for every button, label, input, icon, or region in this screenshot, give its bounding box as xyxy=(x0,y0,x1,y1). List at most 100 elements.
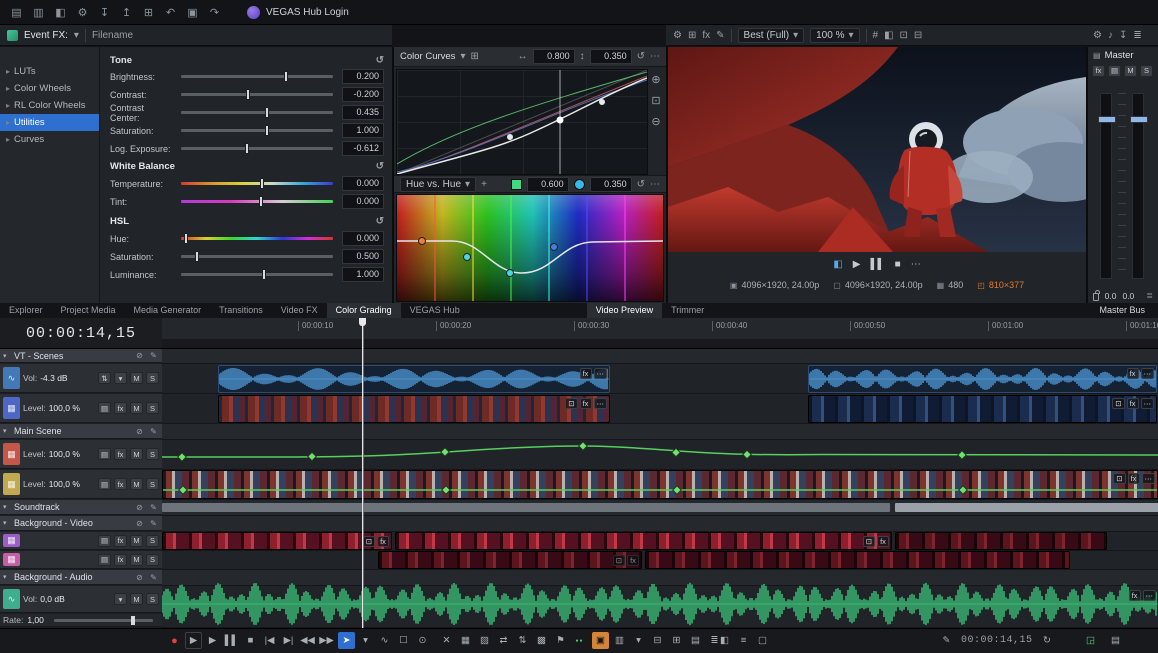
event-more-icon[interactable]: ⋯ xyxy=(1143,590,1157,601)
brightness-value[interactable]: 0.200 xyxy=(342,69,384,84)
solo-button[interactable]: S xyxy=(146,372,159,384)
event-fx-button[interactable]: fx xyxy=(377,536,389,547)
preview-quality-select[interactable]: Best (Full) ▾ xyxy=(738,28,805,43)
pause-button[interactable]: ▌▌ xyxy=(223,632,240,649)
mixer-toggle-icon[interactable]: ▤ xyxy=(687,632,704,649)
slider-thumb[interactable] xyxy=(265,107,269,118)
event-more-icon[interactable]: ⋯ xyxy=(594,368,608,379)
group-bypass-icon[interactable]: ⊘ xyxy=(134,519,145,528)
event-fx-button[interactable]: fx xyxy=(580,368,592,379)
project-properties-icon[interactable]: ⚙ xyxy=(73,3,92,21)
video-event[interactable] xyxy=(645,551,1070,569)
master-meter-right[interactable] xyxy=(1132,93,1144,279)
event-crop-button[interactable]: ⊡ xyxy=(363,536,375,547)
group-bypass-icon[interactable]: ⊘ xyxy=(134,351,145,360)
volume-value[interactable]: -4.3 dB xyxy=(40,373,67,383)
collapse-icon[interactable]: ▾ xyxy=(3,519,11,527)
volume-value[interactable]: 0,0 dB xyxy=(40,594,65,604)
tab-color-grading[interactable]: Color Grading xyxy=(327,303,401,318)
bus-assign-icon[interactable]: ▤ xyxy=(98,554,111,566)
tint-value[interactable]: 0.000 xyxy=(342,194,384,209)
zoom-fit-icon[interactable]: ⊡ xyxy=(651,94,660,107)
audio-event[interactable]: fx⋯ xyxy=(808,365,1157,393)
reset-icon[interactable]: ↺ xyxy=(376,161,384,172)
slider-thumb[interactable] xyxy=(265,125,269,136)
snapshot-icon[interactable]: ⊟ xyxy=(914,30,922,41)
playhead-handle[interactable] xyxy=(359,318,366,326)
slider-thumb[interactable] xyxy=(195,251,199,262)
collapse-icon[interactable]: ▾ xyxy=(3,503,11,511)
envelope-tool-button[interactable]: ∿ xyxy=(376,632,393,649)
tint-slider[interactable] xyxy=(181,200,333,203)
bus-assign-icon[interactable]: ▤ xyxy=(98,402,111,414)
mute-button[interactable]: M xyxy=(130,478,143,490)
bus-assign-icon[interactable]: ▤ xyxy=(98,478,111,490)
slider-thumb[interactable] xyxy=(245,143,249,154)
temperature-value[interactable]: 0.000 xyxy=(342,176,384,191)
nav-item-rl-color-wheels[interactable]: ▸RL Color Wheels xyxy=(0,97,99,114)
event-fx-label[interactable]: Event FX: xyxy=(24,30,68,41)
rewind-button[interactable]: ◀◀ xyxy=(299,632,316,649)
menu-icon[interactable]: ≡ xyxy=(735,632,752,649)
selection-tool-button[interactable]: ☐ xyxy=(395,632,412,649)
group-edit-icon[interactable]: ✎ xyxy=(148,519,159,528)
level-value[interactable]: 100,0 % xyxy=(49,449,80,459)
master-solo-button[interactable]: S xyxy=(1140,65,1153,77)
tab-video-fx[interactable]: Video FX xyxy=(272,303,327,318)
envelope-lock-icon[interactable]: ⇅ xyxy=(514,632,531,649)
tab-trimmer[interactable]: Trimmer xyxy=(662,303,713,318)
event-more-icon[interactable]: ⋯ xyxy=(594,398,608,409)
audio-track-icon[interactable]: ∿ xyxy=(3,589,20,609)
event-more-icon[interactable]: ⋯ xyxy=(1141,398,1155,409)
contrast-value[interactable]: -0.200 xyxy=(342,87,384,102)
downmix-icon[interactable]: ↧ xyxy=(1119,30,1127,41)
level-value[interactable]: 100,0 % xyxy=(49,479,80,489)
track-fx-button[interactable]: fx xyxy=(114,402,127,414)
solo-button[interactable]: S xyxy=(146,554,159,566)
preview-pause-button[interactable]: ▌▌ xyxy=(870,259,884,270)
point-x-value[interactable]: 0.600 xyxy=(527,177,569,192)
nav-item-curves[interactable]: ▸Curves xyxy=(0,131,99,148)
event-crop-button[interactable]: ⊡ xyxy=(613,555,625,566)
timeline-area[interactable]: 00:00:10 00:00:20 00:00:30 00:00:40 00:0… xyxy=(162,318,1158,628)
redo-icon[interactable]: ↷ xyxy=(205,3,224,21)
video-track-icon[interactable]: ▦ xyxy=(3,397,20,419)
zoom-out-icon[interactable]: ⊖ xyxy=(651,115,660,128)
track-group-background-audio[interactable]: ▾ Background - Audio ⊘ ✎ xyxy=(0,570,162,585)
rate-slider[interactable] xyxy=(54,619,153,622)
luminance-value[interactable]: 1.000 xyxy=(342,267,384,282)
slider-thumb[interactable] xyxy=(259,196,263,207)
horizontal-range-value[interactable]: 0.800 xyxy=(533,49,575,64)
edit-tool-button[interactable]: ➤ xyxy=(338,632,355,649)
paste-icon[interactable]: ▣ xyxy=(183,3,202,21)
mute-button[interactable]: M xyxy=(130,448,143,460)
hsl-saturation-slider[interactable] xyxy=(181,255,333,258)
event-more-icon[interactable]: ⋯ xyxy=(1142,473,1156,484)
chevron-down-icon[interactable]: ▾ xyxy=(460,51,465,62)
event-crop-button[interactable]: ⊡ xyxy=(1113,473,1125,484)
contrast-center-value[interactable]: 0.435 xyxy=(342,105,384,120)
track-header-vt-video[interactable]: ▦ Level:100,0 % ▤ fx M S xyxy=(0,394,162,423)
audio-icon[interactable]: ♪ xyxy=(1108,30,1113,41)
auto-ripple-icon[interactable]: ✕ xyxy=(438,632,455,649)
preview-stop-button[interactable]: ■ xyxy=(895,259,901,270)
collapse-icon[interactable]: ▾ xyxy=(3,573,11,581)
track-expand-icon[interactable]: ⇅ xyxy=(98,372,111,384)
lock-icon[interactable] xyxy=(1093,293,1099,301)
track-header-bg-video-2[interactable]: ▦ ▤ fx M S xyxy=(0,551,162,569)
audio-event-collapsed[interactable] xyxy=(162,503,890,512)
slider-thumb[interactable] xyxy=(184,233,188,244)
split-screen-view-icon[interactable]: ◧ xyxy=(833,259,842,270)
zoom-tool-button[interactable]: ⊙ xyxy=(414,632,431,649)
marker-icon[interactable]: ⚑ xyxy=(552,632,569,649)
snap-icon[interactable]: ▦ xyxy=(457,632,474,649)
track-header-main-video-1[interactable]: ▦ Level:100,0 % ▤ fx M S xyxy=(0,440,162,469)
master-fx-button[interactable]: fx xyxy=(1092,65,1105,77)
video-track-icon[interactable]: ▦ xyxy=(3,534,20,547)
log-exposure-value[interactable]: -0.612 xyxy=(342,141,384,156)
stop-button[interactable]: ■ xyxy=(242,632,259,649)
group-edit-icon[interactable]: ✎ xyxy=(148,503,159,512)
go-to-end-button[interactable]: ▶| xyxy=(280,632,297,649)
level-value[interactable]: 100,0 % xyxy=(49,403,80,413)
detach-icon[interactable]: ◧ xyxy=(716,632,733,649)
